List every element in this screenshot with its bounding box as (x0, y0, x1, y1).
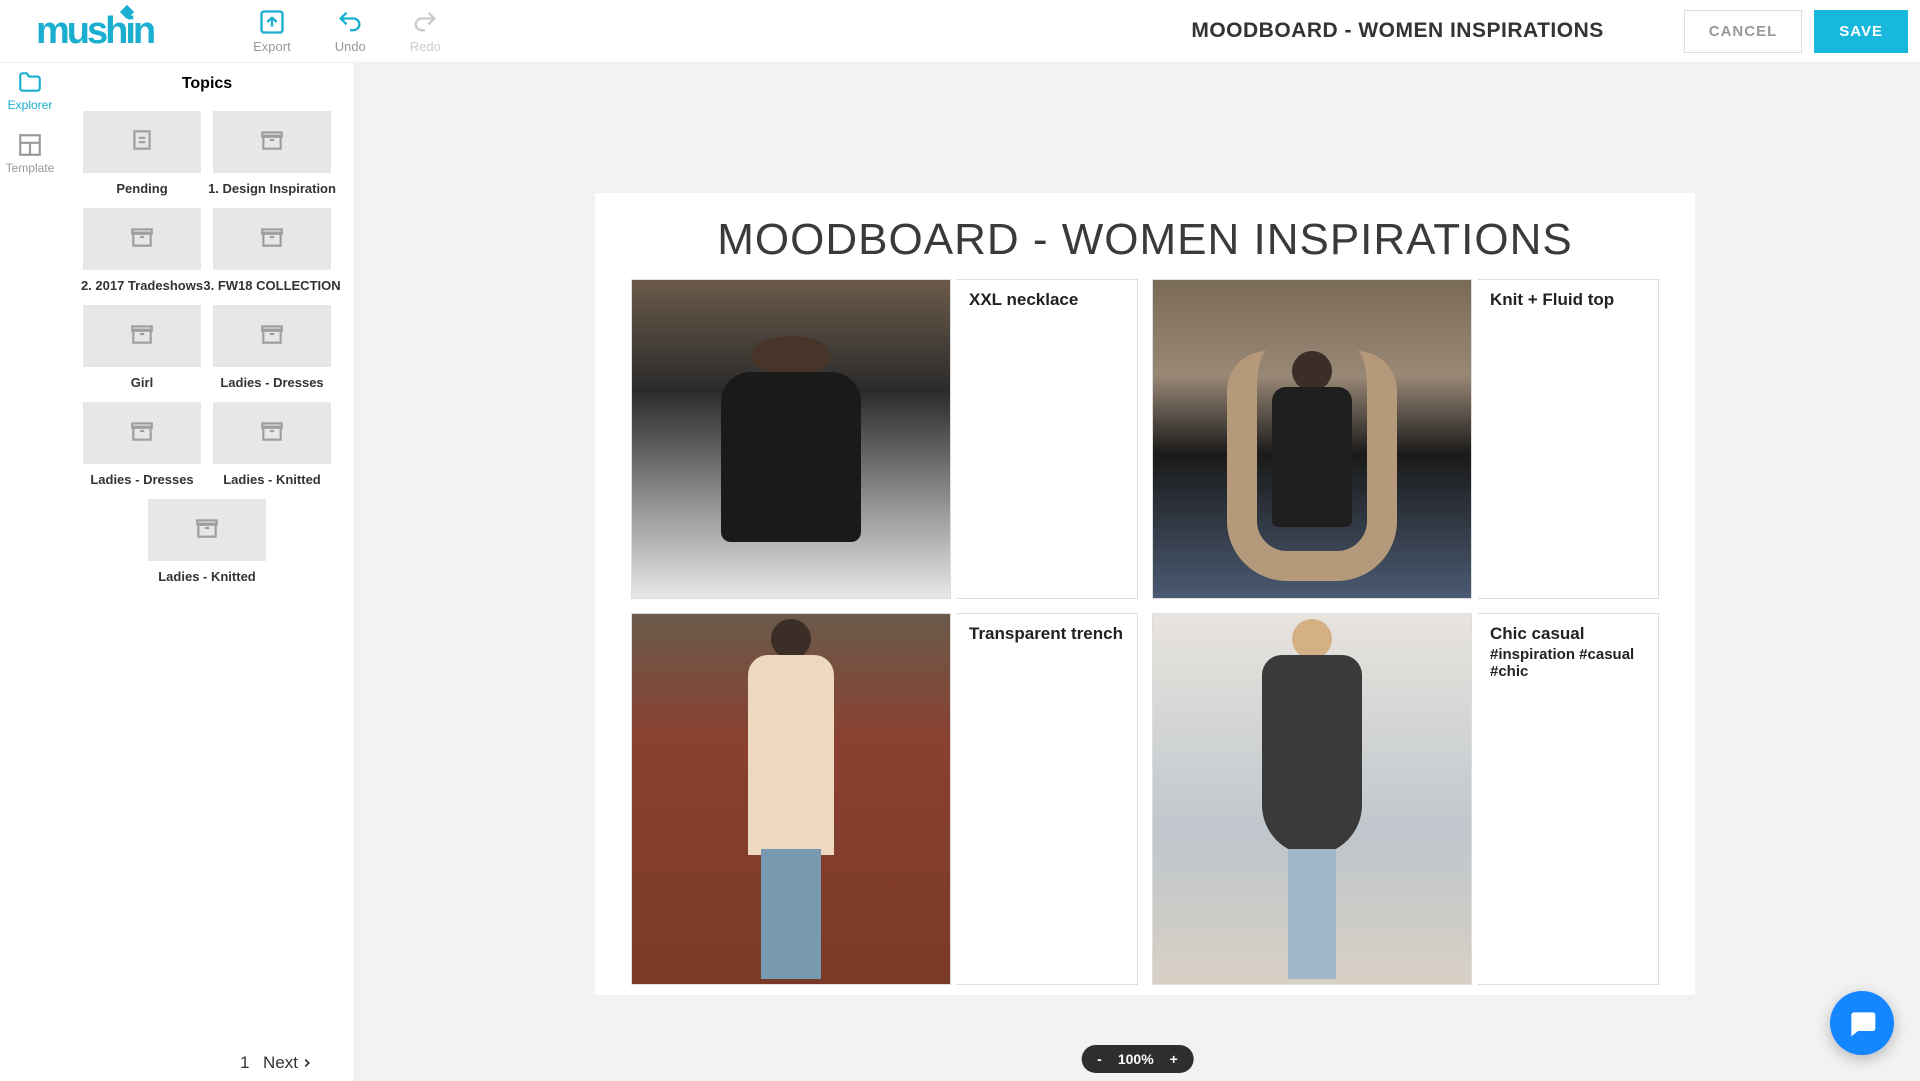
rail-template-label: Template (6, 161, 55, 175)
chat-icon (1846, 1007, 1878, 1039)
topic-label: Ladies - Dresses (220, 375, 323, 390)
topic-thumb (213, 208, 331, 270)
next-label: Next (263, 1053, 298, 1073)
box-icon (192, 515, 222, 546)
export-button[interactable]: Export (253, 8, 291, 54)
redo-label: Redo (410, 39, 441, 54)
box-icon (127, 321, 157, 352)
topic-thumb (148, 499, 266, 561)
topic-item[interactable]: Ladies - Knitted (213, 402, 331, 487)
card-2[interactable]: Knit + Fluid top (1152, 279, 1659, 599)
rail-template[interactable]: Template (6, 132, 55, 175)
chevron-right-icon (300, 1056, 314, 1070)
card-desc: Transparent trench (957, 613, 1138, 985)
app-logo: mushin (36, 12, 153, 50)
topic-item[interactable]: 1. Design Inspiration (213, 111, 331, 196)
export-label: Export (253, 39, 291, 54)
box-icon (257, 224, 287, 255)
card-image (631, 613, 951, 985)
topic-thumb (213, 402, 331, 464)
rail-explorer[interactable]: Explorer (8, 69, 53, 112)
topic-item[interactable]: Ladies - Dresses (83, 402, 201, 487)
topic-label: Pending (116, 181, 167, 196)
canvas[interactable]: MOODBOARD - WOMEN INSPIRATIONS XXL neckl… (355, 63, 1920, 1081)
box-icon (127, 418, 157, 449)
zoom-in[interactable]: + (1170, 1051, 1178, 1067)
rail-explorer-label: Explorer (8, 98, 53, 112)
card-title: Chic casual (1490, 624, 1646, 644)
redo-icon (411, 8, 439, 36)
top-bar: mushin Export Undo Redo MOODBOARD - WOME… (0, 0, 1920, 63)
card-desc: Knit + Fluid top (1478, 279, 1659, 599)
topic-thumb (83, 402, 201, 464)
topic-item[interactable]: Pending (83, 111, 201, 196)
topic-item[interactable]: 2. 2017 Tradeshows (83, 208, 201, 293)
save-button[interactable]: SAVE (1814, 10, 1908, 53)
card-tags: #inspiration #casual #chic (1490, 646, 1646, 680)
topic-label: Ladies - Dresses (90, 472, 193, 487)
topic-thumb (213, 305, 331, 367)
zoom-control: - 100% + (1081, 1045, 1194, 1073)
box-icon (127, 224, 157, 255)
card-image (631, 279, 951, 599)
zoom-value: 100% (1118, 1051, 1154, 1067)
topic-label: 1. Design Inspiration (208, 181, 336, 196)
undo-icon (336, 8, 364, 36)
zoom-out[interactable]: - (1097, 1051, 1102, 1067)
topic-item[interactable]: 3. FW18 COLLECTION (213, 208, 331, 293)
redo-button[interactable]: Redo (410, 8, 441, 54)
card-4[interactable]: Chic casual #inspiration #casual #chic (1152, 613, 1659, 985)
sidebar-title: Topics (60, 63, 354, 101)
topic-thumb (83, 305, 201, 367)
moodboard[interactable]: MOODBOARD - WOMEN INSPIRATIONS XXL neckl… (595, 193, 1695, 995)
card-desc: Chic casual #inspiration #casual #chic (1478, 613, 1659, 985)
card-title: XXL necklace (969, 290, 1125, 310)
card-desc: XXL necklace (957, 279, 1138, 599)
folder-icon (16, 69, 44, 95)
topic-item[interactable]: Ladies - Dresses (213, 305, 331, 390)
topic-thumb (83, 111, 201, 173)
next-button[interactable]: Next (263, 1053, 314, 1073)
topic-label: 2. 2017 Tradeshows (81, 278, 203, 293)
undo-button[interactable]: Undo (335, 8, 366, 54)
card-title: Knit + Fluid top (1490, 290, 1646, 310)
board-title: MOODBOARD - WOMEN INSPIRATIONS (595, 215, 1695, 265)
box-icon (257, 127, 287, 158)
box-icon (257, 321, 287, 352)
export-icon (258, 8, 286, 36)
topic-label: Ladies - Knitted (158, 569, 256, 584)
cancel-button[interactable]: CANCEL (1684, 10, 1803, 53)
topic-thumb (83, 208, 201, 270)
topic-label: Ladies - Knitted (223, 472, 321, 487)
chat-button[interactable] (1830, 991, 1894, 1055)
card-1[interactable]: XXL necklace (631, 279, 1138, 599)
card-3[interactable]: Transparent trench (631, 613, 1138, 985)
sidebar: Topics Pending 1. Design Inspiration 2. 20… (60, 63, 355, 1081)
nav-rail: Explorer Template (0, 63, 60, 1081)
topic-thumb (213, 111, 331, 173)
undo-label: Undo (335, 39, 366, 54)
card-image (1152, 613, 1472, 985)
topic-item[interactable]: Girl (83, 305, 201, 390)
page-number: 1 (240, 1053, 249, 1073)
topic-item[interactable]: Ladies - Knitted (148, 499, 266, 584)
box-icon (257, 418, 287, 449)
document-icon (127, 127, 157, 158)
card-title: Transparent trench (969, 624, 1125, 644)
topic-label: Girl (131, 375, 153, 390)
page-title: MOODBOARD - WOMEN INSPIRATIONS (1191, 19, 1603, 43)
pager: 1 Next (60, 1053, 354, 1073)
topic-label: 3. FW18 COLLECTION (203, 278, 340, 293)
template-icon (16, 132, 44, 158)
card-image (1152, 279, 1472, 599)
